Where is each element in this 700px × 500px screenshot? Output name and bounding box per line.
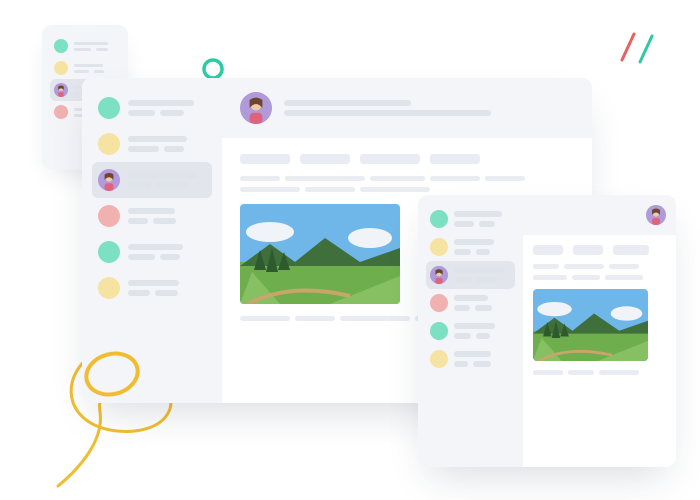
avatar-dot [98,205,120,227]
avatar-dot [54,61,68,75]
placeholder-paragraph [533,370,666,375]
conversation-list-item[interactable] [426,205,515,233]
placeholder-lines [128,136,206,152]
conversation-list-item[interactable] [426,233,515,261]
accent-slash-pair [612,28,658,66]
avatar-dot [98,133,120,155]
placeholder-lines [128,244,206,260]
placeholder-lines [454,323,511,339]
conversation-list: #7ce0c3 #f6e3a1 [82,78,222,403]
avatar-dot [98,277,120,299]
tab-row [240,154,574,164]
conversation-list: #7ce0c3 #f6e3a1 [418,195,523,467]
avatar-dot [430,350,448,368]
tab-row [533,245,666,255]
chat-window-medium: #7ce0c3 #f6e3a1 [418,195,676,467]
conversation-list-item[interactable] [426,345,515,373]
avatar-dot [430,294,448,312]
placeholder-lines [454,239,511,255]
conversation-list-item[interactable] [92,198,212,234]
avatar-dot [430,238,448,256]
placeholder-lines [128,208,206,224]
placeholder-lines [74,64,116,73]
avatar-photo [54,83,68,97]
placeholder-lines [284,100,514,116]
placeholder-lines [454,351,511,367]
conversation-list-item[interactable] [426,289,515,317]
conversation-list-item[interactable] [426,317,515,345]
image-attachment[interactable] [240,204,400,304]
conversation-list-item[interactable] [92,126,212,162]
conversation-list-item[interactable] [92,162,212,198]
placeholder-lines [454,211,511,227]
conversation-list-item[interactable] [426,261,515,289]
avatar-dot [430,322,448,340]
conversation-list-item[interactable] [92,90,212,126]
avatar-dot [54,39,68,53]
placeholder-lines [128,100,206,116]
placeholder-lines [454,295,511,311]
placeholder-paragraph [240,176,574,192]
placeholder-paragraph [533,264,666,280]
avatar-dot [54,105,68,119]
avatar-photo [98,169,120,191]
placeholder-lines [74,42,116,51]
placeholder-lines [128,280,206,296]
conversation-header: photo [523,195,676,235]
avatar-dot [98,241,120,263]
image-attachment[interactable] [533,289,648,361]
conversation-list-item[interactable] [50,35,120,57]
conversation-list-item[interactable] [92,234,212,270]
conversation-pane: photo [523,195,676,467]
avatar-dot [98,97,120,119]
conversation-list-item[interactable] [50,57,120,79]
avatar-photo [240,92,272,124]
avatar-photo [646,205,666,225]
avatar-photo [430,266,448,284]
conversation-body: landscape-photo [523,235,676,385]
placeholder-lines [454,267,511,283]
conversation-list-item[interactable] [92,270,212,306]
placeholder-lines [128,172,206,188]
avatar-dot [430,210,448,228]
conversation-header: photo [222,78,592,138]
